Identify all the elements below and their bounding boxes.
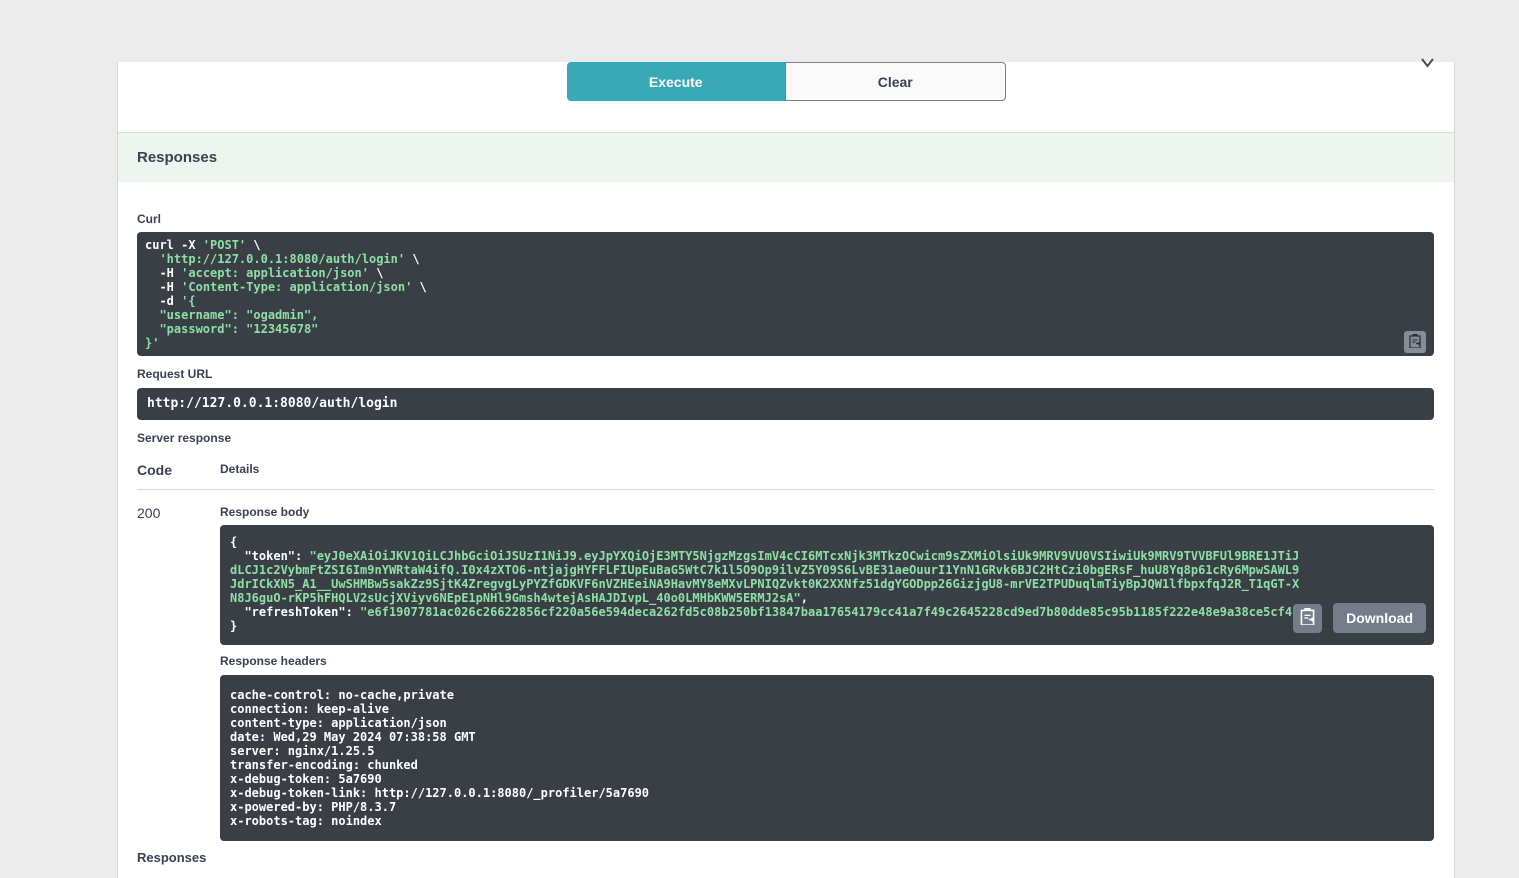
code-segment: "e6f1907781ac026c26622856cf220a56e594dec… xyxy=(360,605,1299,619)
curl-command-block: curl -X 'POST' \ 'http://127.0.0.1:8080/… xyxy=(137,232,1434,356)
clipboard-copy-icon xyxy=(1300,608,1315,628)
curl-label: Curl xyxy=(137,212,1434,226)
code-line: -d '{ xyxy=(145,294,1426,308)
chevron-collapse-icon[interactable] xyxy=(1421,55,1434,73)
code-line: { xyxy=(230,535,1302,549)
code-segment: date: Wed,29 May 2024 07:38:58 GMT xyxy=(230,730,476,744)
response-headers-block: cache-control: no-cache,privateconnectio… xyxy=(220,675,1434,841)
code-segment: \ xyxy=(412,280,426,294)
code-line: }' xyxy=(145,336,1426,350)
code-segment: 'http://127.0.0.1:8080/auth/login' xyxy=(159,252,405,266)
server-response-row: 200 Response body { "token": "eyJ0eXAiOi… xyxy=(137,505,1434,841)
server-response-label: Server response xyxy=(137,431,1434,445)
code-line: date: Wed,29 May 2024 07:38:58 GMT xyxy=(230,730,1424,744)
code-line: "password": "12345678" xyxy=(145,322,1426,336)
code-segment: , xyxy=(801,591,808,605)
code-segment xyxy=(230,549,244,563)
code-segment: cache-control: no-cache,private xyxy=(230,688,454,702)
code-line: x-debug-token-link: http://127.0.0.1:808… xyxy=(230,786,1424,800)
code-line: cache-control: no-cache,private xyxy=(230,688,1424,702)
code-line: server: nginx/1.25.5 xyxy=(230,744,1424,758)
execute-button[interactable]: Execute xyxy=(567,62,786,101)
response-body-controls: Download xyxy=(1293,603,1426,633)
operation-panel: Execute Clear Responses Curl curl -X 'PO… xyxy=(117,62,1455,878)
code-line: } xyxy=(230,619,1302,633)
code-line: -H 'accept: application/json' \ xyxy=(145,266,1426,280)
code-segment: } xyxy=(230,619,237,633)
code-segment: : xyxy=(346,605,360,619)
code-segment: server: nginx/1.25.5 xyxy=(230,744,375,758)
copy-curl-button[interactable] xyxy=(1404,331,1426,353)
response-body-label: Response body xyxy=(220,505,1434,519)
code-segment: x-debug-token: 5a7690 xyxy=(230,772,382,786)
request-url-block: http://127.0.0.1:8080/auth/login xyxy=(137,388,1434,420)
code-line: transfer-encoding: chunked xyxy=(230,758,1424,772)
code-segment: -H xyxy=(145,280,181,294)
code-segment: x-robots-tag: noindex xyxy=(230,814,382,828)
code-line: connection: keep-alive xyxy=(230,702,1424,716)
code-segment: \ xyxy=(246,238,260,252)
code-segment: "eyJ0eXAiOiJKV1QiLCJhbGciOiJSUzI1NiJ9.ey… xyxy=(230,549,1299,605)
code-segment: transfer-encoding: chunked xyxy=(230,758,418,772)
code-segment: }' xyxy=(145,336,159,350)
code-segment: "refreshToken" xyxy=(244,605,345,619)
code-segment: connection: keep-alive xyxy=(230,702,389,716)
code-line: 'http://127.0.0.1:8080/auth/login' \ xyxy=(145,252,1426,266)
code-segment: x-powered-by: PHP/8.3.7 xyxy=(230,800,396,814)
code-segment: 'Content-Type: application/json' xyxy=(181,280,412,294)
clear-button[interactable]: Clear xyxy=(785,62,1006,101)
code-segment: content-type: application/json xyxy=(230,716,447,730)
code-line: "refreshToken": "e6f1907781ac026c2662285… xyxy=(230,605,1302,619)
code-segment: -H xyxy=(145,266,181,280)
code-line: "username": "ogadmin", xyxy=(145,308,1426,322)
status-code: 200 xyxy=(137,505,220,841)
code-segment xyxy=(230,605,244,619)
code-segment: "username": "ogadmin", xyxy=(145,308,318,322)
download-button[interactable]: Download xyxy=(1333,603,1426,633)
code-line: curl -X 'POST' \ xyxy=(145,238,1426,252)
code-segment: \ xyxy=(369,266,383,280)
code-line: x-robots-tag: noindex xyxy=(230,814,1424,828)
code-line: content-type: application/json xyxy=(230,716,1424,730)
code-segment: -d xyxy=(145,294,181,308)
details-column-header: Details xyxy=(220,462,259,478)
responses-table-title: Responses xyxy=(137,850,1434,865)
copy-response-button[interactable] xyxy=(1293,604,1322,633)
code-segment xyxy=(145,252,159,266)
code-column-header: Code xyxy=(137,462,220,478)
responses-content: Curl curl -X 'POST' \ 'http://127.0.0.1:… xyxy=(118,212,1454,878)
response-details: Response body { "token": "eyJ0eXAiOiJKV1… xyxy=(220,505,1434,841)
code-segment: x-debug-token-link: http://127.0.0.1:808… xyxy=(230,786,649,800)
code-line: x-debug-token: 5a7690 xyxy=(230,772,1424,786)
code-line: "token": "eyJ0eXAiOiJKV1QiLCJhbGciOiJSUz… xyxy=(230,549,1302,605)
code-segment: \ xyxy=(405,252,419,266)
responses-section-title: Responses xyxy=(137,149,217,166)
code-segment: 'accept: application/json' xyxy=(181,266,369,280)
request-url-label: Request URL xyxy=(137,367,1434,381)
execute-toolbar: Execute Clear xyxy=(567,62,1006,101)
code-segment: "password": "12345678" xyxy=(145,322,318,336)
clipboard-copy-icon xyxy=(1409,334,1421,351)
server-response-table-header: Code Details xyxy=(137,462,1434,490)
code-segment: '{ xyxy=(181,294,195,308)
code-segment: 'POST' xyxy=(203,238,246,252)
code-segment: { xyxy=(230,535,237,549)
code-segment: "token" xyxy=(244,549,295,563)
code-line: -H 'Content-Type: application/json' \ xyxy=(145,280,1426,294)
responses-section-header: Responses xyxy=(118,132,1454,182)
response-body-block: { "token": "eyJ0eXAiOiJKV1QiLCJhbGciOiJS… xyxy=(220,525,1434,645)
code-segment: curl -X xyxy=(145,238,203,252)
code-segment: : xyxy=(295,549,309,563)
code-line: x-powered-by: PHP/8.3.7 xyxy=(230,800,1424,814)
request-url-value: http://127.0.0.1:8080/auth/login xyxy=(147,396,397,411)
response-headers-label: Response headers xyxy=(220,654,1434,668)
